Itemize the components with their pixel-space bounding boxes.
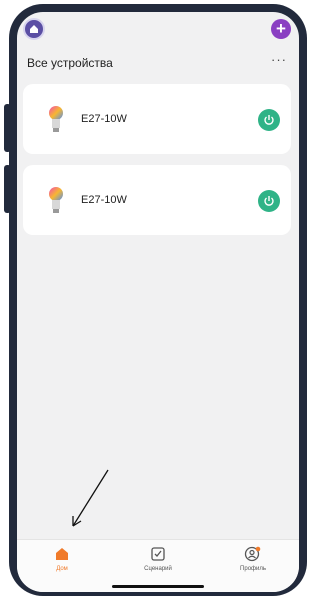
device-card[interactable]: E27-10W xyxy=(23,84,291,154)
side-button xyxy=(4,165,11,213)
scenario-icon xyxy=(118,546,198,564)
page-title: Все устройства xyxy=(27,56,113,70)
plus-icon[interactable]: + xyxy=(271,19,291,39)
device-name: E27-10W xyxy=(81,194,127,206)
more-dots-icon[interactable]: ··· xyxy=(271,52,287,67)
tab-profile[interactable]: Профиль xyxy=(213,546,293,572)
device-card[interactable]: E27-10W xyxy=(23,165,291,235)
power-icon[interactable] xyxy=(258,190,280,212)
bulb-icon xyxy=(49,187,63,213)
tab-label: Дом xyxy=(56,566,68,572)
tab-bar: Дом Сценарий Профиль xyxy=(17,539,299,592)
side-button xyxy=(4,104,11,152)
device-name: E27-10W xyxy=(81,113,127,125)
home-icon xyxy=(22,546,102,564)
annotation-arrow xyxy=(72,469,109,527)
tab-home[interactable]: Дом xyxy=(22,546,102,572)
home-logo-icon[interactable] xyxy=(23,18,45,40)
bulb-icon xyxy=(49,106,63,132)
profile-icon xyxy=(213,546,293,564)
home-indicator xyxy=(112,585,204,588)
tab-label: Сценарий xyxy=(144,566,172,572)
tab-label: Профиль xyxy=(240,566,266,572)
power-icon[interactable] xyxy=(258,109,280,131)
tab-scenario[interactable]: Сценарий xyxy=(118,546,198,572)
